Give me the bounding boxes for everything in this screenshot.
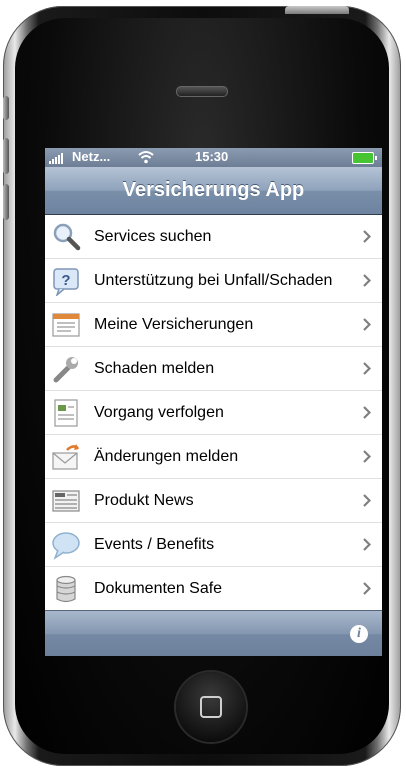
menu-item-services-suchen[interactable]: Services suchen	[45, 215, 382, 259]
status-bar: Netz... 15:30	[45, 148, 382, 167]
menu-item-label: Produkt News	[94, 492, 194, 509]
mute-switch[interactable]	[3, 96, 9, 120]
menu-item-label: Vorgang verfolgen	[94, 404, 224, 421]
chevron-right-icon	[363, 538, 371, 551]
menu-item-produkt-news[interactable]: Produkt News	[45, 479, 382, 523]
newspaper-icon	[52, 490, 80, 512]
home-button[interactable]	[176, 672, 246, 742]
wifi-icon	[138, 151, 154, 164]
status-time: 15:30	[195, 149, 229, 164]
menu-item-label: Services suchen	[94, 228, 212, 245]
chevron-right-icon	[363, 318, 371, 331]
battery-icon	[352, 152, 377, 164]
signal-strength-icon	[49, 153, 63, 164]
menu-item-vorgang-verfolgen[interactable]: Vorgang verfolgen	[45, 391, 382, 435]
volume-up-button[interactable]	[3, 138, 9, 174]
mail-change-icon	[52, 444, 79, 470]
app-screen: Netz... 15:30 Versicherungs App Services…	[45, 148, 382, 656]
chevron-right-icon	[363, 494, 371, 507]
chevron-right-icon	[363, 362, 371, 375]
menu-item-label: Events / Benefits	[94, 536, 215, 553]
menu-item-meine-versicherungen[interactable]: Meine Versicherungen	[45, 303, 382, 347]
earpiece-speaker	[176, 86, 228, 97]
chevron-right-icon	[363, 450, 371, 463]
menu-item-label: Änderungen melden	[94, 448, 239, 465]
menu-item-label: Unterstützung bei Unfall/Schaden	[94, 272, 333, 289]
bottom-toolbar: i	[45, 610, 382, 656]
carrier-name: Netz...	[72, 149, 111, 164]
menu-item-aenderungen-melden[interactable]: Änderungen melden	[45, 435, 382, 479]
help-question-icon: ?	[53, 268, 79, 296]
policy-list-icon	[52, 313, 80, 337]
menu-item-events-benefits[interactable]: Events / Benefits	[45, 523, 382, 567]
info-icon[interactable]: i	[350, 625, 368, 643]
home-square-icon	[200, 696, 222, 718]
document-track-icon	[54, 399, 78, 427]
sleep-button[interactable]	[285, 6, 349, 14]
menu-item-label: Dokumenten Safe	[94, 580, 223, 597]
speech-bubble-icon	[52, 532, 80, 560]
chevron-right-icon	[363, 582, 371, 595]
magnifier-icon	[53, 223, 81, 251]
menu-item-schaden-melden[interactable]: Schaden melden	[45, 347, 382, 391]
menu-item-unterstuetzung[interactable]: ? Unterstützung bei Unfall/Schaden	[45, 259, 382, 303]
chevron-right-icon	[363, 406, 371, 419]
svg-text:?: ?	[61, 272, 70, 289]
navigation-bar: Versicherungs App	[45, 167, 382, 215]
volume-down-button[interactable]	[3, 184, 9, 220]
chevron-right-icon	[363, 230, 371, 243]
chevron-right-icon	[363, 274, 371, 287]
database-safe-icon	[56, 575, 76, 603]
menu-list: Services suchen ? Unterstützung bei Unfa…	[45, 215, 382, 611]
page-title: Versicherungs App	[122, 179, 305, 201]
menu-item-label: Meine Versicherungen	[94, 316, 254, 333]
wrench-icon	[53, 357, 78, 383]
menu-item-label: Schaden melden	[94, 360, 215, 377]
menu-item-dokumenten-safe[interactable]: Dokumenten Safe	[45, 567, 382, 611]
